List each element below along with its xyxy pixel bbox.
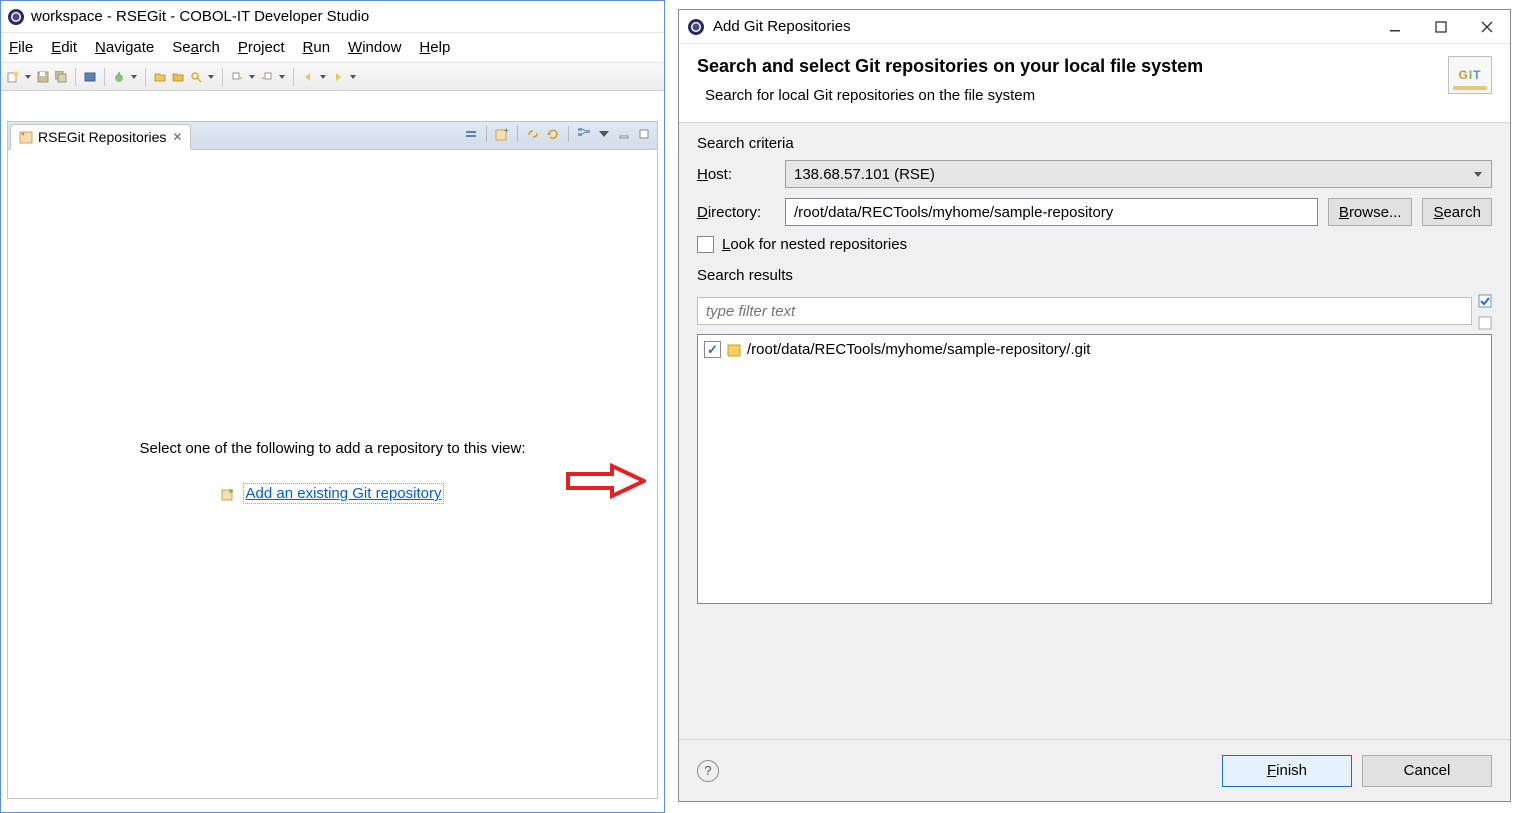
nested-checkbox-label: Look for nested repositories: [722, 236, 907, 253]
browse-button[interactable]: Browse...: [1328, 198, 1413, 226]
view-linkrow: Add an existing Git repository: [221, 483, 445, 504]
host-combo[interactable]: 138.68.57.101 (RSE): [785, 160, 1492, 188]
finish-button[interactable]: Finish: [1222, 755, 1352, 787]
nested-checkbox[interactable]: [697, 236, 714, 253]
directory-row: Directory: Browse... Search: [697, 198, 1492, 226]
view-toolbar: +: [464, 126, 651, 142]
git-badge-icon: GIT: [1448, 56, 1492, 94]
window-close-button[interactable]: [1464, 11, 1510, 43]
search-results-label: Search results: [697, 267, 1492, 284]
directory-input[interactable]: [785, 198, 1318, 226]
eclipse-menubar: File Edit Navigate Search Project Run Wi…: [1, 33, 664, 63]
window-maximize-button[interactable]: [1418, 11, 1464, 43]
dialog-subheading: Search for local Git repositories on the…: [705, 87, 1203, 104]
eclipse-window: workspace - RSEGit - COBOL-IT Developer …: [0, 0, 665, 813]
toolbar-folder2-icon[interactable]: [172, 71, 184, 83]
result-item[interactable]: ✓ /root/data/RECTools/myhome/sample-repo…: [704, 341, 1485, 358]
host-value: 138.68.57.101 (RSE): [794, 166, 935, 183]
host-row: Host: 138.68.57.101 (RSE): [697, 160, 1492, 188]
search-criteria-label: Search criteria: [697, 135, 1492, 152]
toolbar-new-icon[interactable]: [7, 71, 19, 83]
eclipse-logo-icon: [7, 8, 25, 26]
view-tab-rsegit-repos[interactable]: RSEGit Repositories ✕: [10, 124, 191, 150]
chevron-down-icon: [1473, 169, 1483, 179]
dialog-title: Add Git Repositories: [713, 18, 851, 35]
select-all-icon[interactable]: [1478, 294, 1492, 308]
view-add-repo-icon[interactable]: +: [495, 127, 509, 141]
host-label: Host:: [697, 166, 775, 183]
menu-navigate[interactable]: Navigate: [95, 39, 154, 56]
menu-window[interactable]: Window: [348, 39, 401, 56]
menu-file[interactable]: File: [9, 39, 33, 56]
dialog-footer: ? Finish Cancel: [679, 739, 1510, 801]
git-repo-icon: [19, 130, 33, 144]
view-prompt: Select one of the following to add a rep…: [139, 440, 525, 457]
dialog-body: Search criteria Host: 138.68.57.101 (RSE…: [679, 123, 1510, 608]
toolbar-back-dropdown-icon[interactable]: [320, 74, 326, 80]
add-existing-repo-link[interactable]: Add an existing Git repository: [246, 485, 442, 502]
view-menu-icon[interactable]: [597, 127, 611, 141]
toolbar-terminal-icon[interactable]: [84, 71, 96, 83]
view-link-icon[interactable]: [526, 127, 540, 141]
directory-label: Directory:: [697, 204, 775, 221]
toolbar-next-annotation-icon[interactable]: [231, 71, 243, 83]
dialog-header: Search and select Git repositories on yo…: [679, 44, 1510, 123]
menu-run[interactable]: Run: [303, 39, 331, 56]
toolbar-forward-icon[interactable]: [332, 71, 344, 83]
dialog-titlebar: Add Git Repositories: [679, 10, 1510, 44]
repo-folder-icon: [727, 343, 741, 357]
view-content: Select one of the following to add a rep…: [7, 149, 658, 799]
view-refresh-icon[interactable]: [546, 127, 560, 141]
view-tab-label: RSEGit Repositories: [38, 129, 166, 145]
toolbar-search-dropdown-icon[interactable]: [208, 74, 214, 80]
toolbar-search-toggle-icon[interactable]: [190, 71, 202, 83]
toolbar-back-icon[interactable]: [302, 71, 314, 83]
toolbar-debug-dropdown-icon[interactable]: [131, 74, 137, 80]
repo-link-icon: [221, 487, 235, 501]
menu-project[interactable]: Project: [238, 39, 285, 56]
toolbar-prev-dropdown-icon[interactable]: [279, 74, 285, 80]
search-button[interactable]: Search: [1422, 198, 1492, 226]
deselect-all-icon[interactable]: [1478, 316, 1492, 330]
nested-row: Look for nested repositories: [697, 236, 1492, 253]
eclipse-titlebar: workspace - RSEGit - COBOL-IT Developer …: [1, 1, 664, 33]
view-tab-close-icon[interactable]: ✕: [172, 130, 182, 144]
help-button[interactable]: ?: [697, 760, 719, 782]
toolbar-save-icon[interactable]: [37, 71, 49, 83]
toolbar-saveall-icon[interactable]: [55, 71, 67, 83]
toolbar-next-dropdown-icon[interactable]: [249, 74, 255, 80]
menu-help[interactable]: Help: [419, 39, 450, 56]
view-minimize-icon[interactable]: [617, 127, 631, 141]
svg-text:+: +: [504, 127, 509, 135]
view-collapse-all-icon[interactable]: [464, 127, 478, 141]
eclipse-view-area: RSEGit Repositories ✕ + Select one of th…: [7, 121, 658, 806]
dialog-logo-icon: [687, 18, 705, 36]
filter-input[interactable]: [697, 297, 1472, 325]
toolbar-forward-dropdown-icon[interactable]: [350, 74, 356, 80]
menu-edit[interactable]: Edit: [51, 39, 77, 56]
menu-search[interactable]: Search: [172, 39, 220, 56]
toolbar-folder-icon[interactable]: [154, 71, 166, 83]
window-minimize-button[interactable]: [1372, 11, 1418, 43]
view-hierarchy-icon[interactable]: [577, 127, 591, 141]
toolbar-prev-annotation-icon[interactable]: [261, 71, 273, 83]
eclipse-toolbar: [1, 63, 664, 91]
window-buttons: [1372, 11, 1510, 43]
result-checkbox[interactable]: ✓: [704, 341, 721, 358]
view-tabrow: RSEGit Repositories ✕ +: [7, 121, 658, 149]
toolbar-debug-icon[interactable]: [113, 71, 125, 83]
add-git-repos-dialog: Add Git Repositories Search and select G…: [678, 9, 1511, 802]
dialog-heading: Search and select Git repositories on yo…: [697, 56, 1203, 77]
result-path: /root/data/RECTools/myhome/sample-reposi…: [747, 341, 1090, 358]
results-box: ✓ /root/data/RECTools/myhome/sample-repo…: [697, 334, 1492, 604]
view-maximize-icon[interactable]: [637, 127, 651, 141]
arrow-annotation-icon: [566, 462, 646, 500]
toolbar-new-dropdown-icon[interactable]: [25, 74, 31, 80]
eclipse-title: workspace - RSEGit - COBOL-IT Developer …: [31, 8, 369, 25]
cancel-button[interactable]: Cancel: [1362, 755, 1492, 787]
